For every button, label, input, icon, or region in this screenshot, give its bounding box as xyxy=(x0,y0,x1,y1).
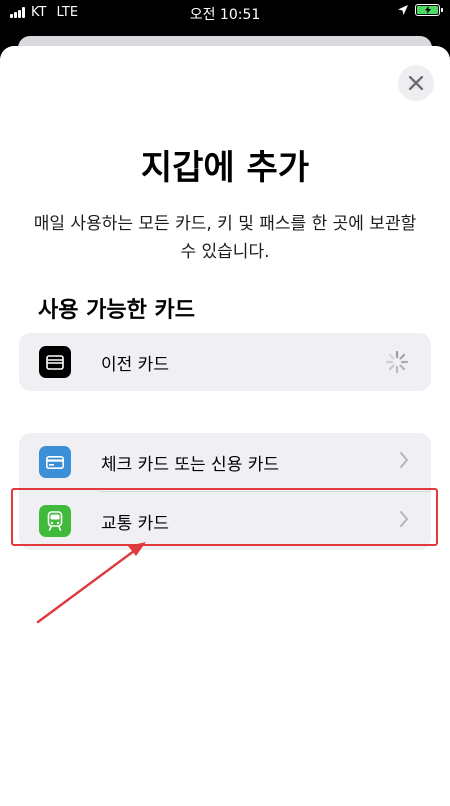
annotation-arrow-icon xyxy=(36,542,146,624)
